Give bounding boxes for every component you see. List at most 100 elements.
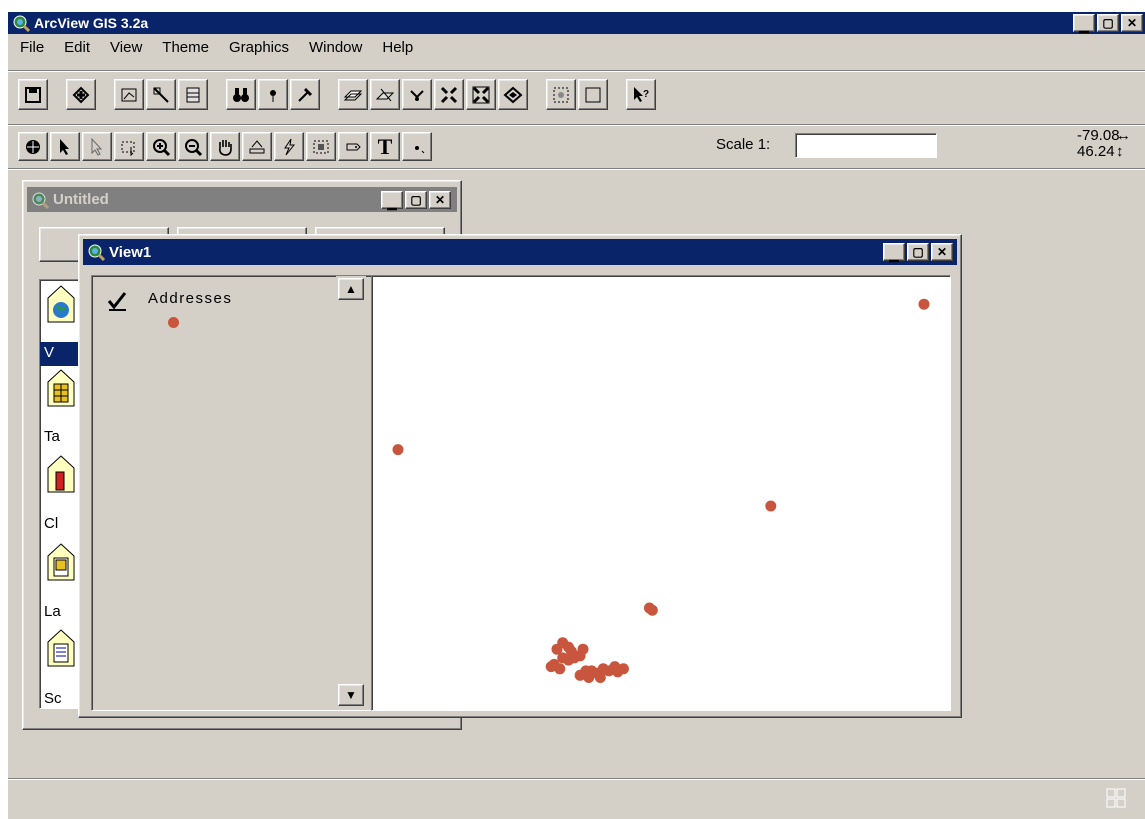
view-window-titlebar[interactable]: View1 ▁ ▢ ✕ <box>83 239 957 265</box>
toc-scrollbar[interactable]: ▲ ▼ <box>336 276 366 710</box>
zoom-in-tool[interactable] <box>146 132 176 161</box>
address-point[interactable] <box>594 672 606 683</box>
measure-tool[interactable] <box>242 132 272 161</box>
text-tool[interactable]: T <box>370 132 400 161</box>
scroll-down-button[interactable]: ▼ <box>338 684 364 706</box>
minimize-icon: ▁ <box>387 195 397 210</box>
pointer-tool[interactable] <box>50 132 80 161</box>
zoom-to-active-themes-button[interactable] <box>370 79 400 110</box>
map-canvas[interactable] <box>372 276 950 710</box>
zoom-to-selected-button[interactable] <box>402 79 432 110</box>
toolbar-separator-2 <box>8 124 1145 126</box>
zoom-to-full-extent-button[interactable] <box>338 79 368 110</box>
clear-selection-button[interactable] <box>578 79 608 110</box>
doc-type-layouts[interactable]: La <box>44 603 61 620</box>
map-display[interactable] <box>371 275 951 711</box>
zoom-out-tool[interactable] <box>178 132 208 161</box>
menu-edit[interactable]: Edit <box>54 36 100 60</box>
label-tool[interactable] <box>338 132 368 161</box>
hotlink-tool[interactable] <box>274 132 304 161</box>
close-icon: ✕ <box>936 245 948 259</box>
layer-name[interactable]: Addresses <box>148 290 232 307</box>
address-point[interactable] <box>557 637 569 649</box>
layer-point-symbol <box>168 317 179 328</box>
address-point[interactable] <box>577 643 589 655</box>
minimize-icon: ▁ <box>889 248 899 262</box>
menu-file[interactable]: File <box>8 36 54 60</box>
project-globe-icon <box>31 191 50 209</box>
floppy-disk-icon <box>25 86 41 103</box>
zoom-in-fixed-button[interactable] <box>434 79 464 110</box>
project-maximize-button[interactable]: ▢ <box>405 190 427 209</box>
address-point[interactable] <box>554 663 566 675</box>
scale-input[interactable] <box>795 133 937 158</box>
menu-help[interactable]: Help <box>372 36 423 60</box>
view-maximize-button[interactable]: ▢ <box>907 243 929 261</box>
close-button[interactable]: ✕ <box>1121 14 1143 32</box>
vertex-edit-tool[interactable] <box>82 132 112 161</box>
screen-top-edge <box>0 0 1145 12</box>
zoom-in-arrows-icon <box>440 86 458 103</box>
doc-type-views[interactable]: V <box>40 342 82 366</box>
close-icon: ✕ <box>434 192 446 207</box>
text-tool-icon: T <box>377 133 393 159</box>
pointer-arrow-icon <box>60 138 69 155</box>
address-point[interactable] <box>765 500 777 512</box>
project-close-button[interactable]: ✕ <box>429 190 451 209</box>
zoom-out-icon <box>185 138 203 156</box>
lightning-icon <box>284 138 296 155</box>
locate-address-button[interactable] <box>258 79 288 110</box>
pan-tool[interactable] <box>210 132 240 161</box>
menu-graphics[interactable]: Graphics <box>219 36 299 60</box>
address-point[interactable] <box>392 444 404 456</box>
theme-properties-button[interactable] <box>114 79 144 110</box>
app-titlebar[interactable]: ArcView GIS 3.2a ▁ ▢ ✕ <box>8 12 1145 34</box>
project-minimize-button[interactable]: ▁ <box>381 190 403 210</box>
coordinate-y: 46.24 <box>1077 143 1115 160</box>
up-arrow-icon: ▲ <box>345 282 357 296</box>
view-window[interactable]: View1 ▁ ▢ ✕ Addresses ▲ ▼ <box>78 234 962 718</box>
size-grip-icon <box>1106 788 1126 808</box>
menu-theme[interactable]: Theme <box>152 36 219 60</box>
maximize-button[interactable]: ▢ <box>1097 14 1119 32</box>
vertical-arrow-icon: ↕ <box>1116 143 1124 160</box>
layer-visibility-checkbox[interactable] <box>106 290 128 312</box>
doc-type-scripts[interactable]: Sc <box>44 690 62 707</box>
project-window-titlebar[interactable]: Untitled ▁ ▢ ✕ <box>27 187 457 212</box>
close-icon: ✕ <box>1126 16 1138 30</box>
zoom-out-fixed-button[interactable] <box>466 79 496 110</box>
doc-type-charts[interactable]: Cl <box>44 515 58 532</box>
select-by-theme-button[interactable] <box>546 79 576 110</box>
maximize-icon: ▢ <box>1102 16 1114 30</box>
edit-legend-button[interactable] <box>146 79 176 110</box>
address-point[interactable] <box>612 666 624 678</box>
maximize-icon: ▢ <box>912 245 924 259</box>
project-document-list[interactable]: V Ta Cl La Sc <box>39 279 83 709</box>
menu-view[interactable]: View <box>100 36 152 60</box>
menu-window[interactable]: Window <box>299 36 372 60</box>
svg-text:?: ? <box>643 89 649 100</box>
minimize-button[interactable]: ▁ <box>1073 14 1095 33</box>
add-theme-button[interactable] <box>66 79 96 110</box>
address-point[interactable] <box>580 665 592 677</box>
open-theme-table-button[interactable] <box>178 79 208 110</box>
select-feature-icon <box>121 141 135 156</box>
project-window-title: Untitled <box>53 191 109 208</box>
identify-tool[interactable] <box>18 132 48 161</box>
save-project-button[interactable] <box>18 79 48 110</box>
binoculars-icon <box>233 87 249 102</box>
zoom-out-arrows-icon <box>472 86 490 103</box>
draw-point-tool[interactable] <box>402 132 432 161</box>
area-of-interest-tool[interactable] <box>306 132 336 161</box>
address-point[interactable] <box>643 602 655 614</box>
zoom-previous-button[interactable] <box>498 79 528 110</box>
doc-type-tables[interactable]: Ta <box>44 428 60 445</box>
query-builder-button[interactable] <box>290 79 320 110</box>
view-minimize-button[interactable]: ▁ <box>883 243 905 262</box>
help-button[interactable]: ? <box>626 79 656 110</box>
view-close-button[interactable]: ✕ <box>931 243 953 261</box>
scroll-up-button[interactable]: ▲ <box>338 278 364 300</box>
select-feature-tool[interactable] <box>114 132 144 161</box>
address-point[interactable] <box>918 298 930 310</box>
find-button[interactable] <box>226 79 256 110</box>
